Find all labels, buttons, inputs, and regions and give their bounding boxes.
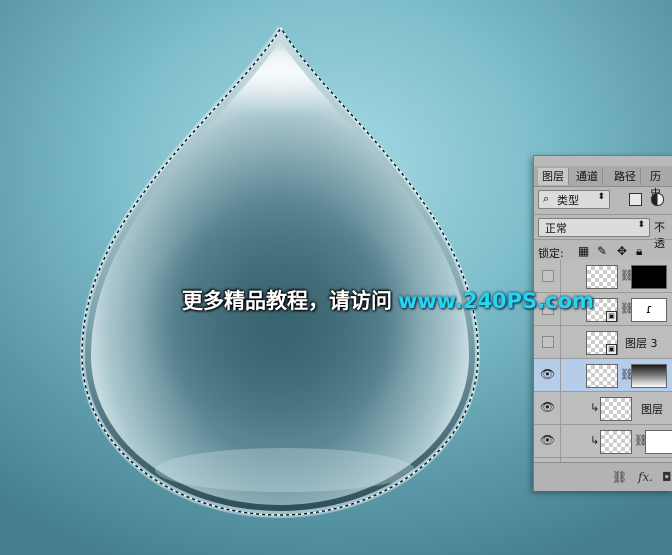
- panel-footer: ⛓ fx. ◘: [534, 462, 672, 491]
- layer-name[interactable]: 图层: [641, 401, 663, 417]
- blend-mode-select[interactable]: 正常 ⬍: [538, 218, 650, 237]
- smart-object-icon: ▣: [606, 344, 617, 355]
- lock-transparent-icon[interactable]: ▦: [578, 244, 589, 258]
- tab-channels[interactable]: 通道: [572, 168, 603, 185]
- layer-thumbnail: [586, 364, 618, 388]
- visibility-toggle[interactable]: 👁︎: [534, 359, 561, 391]
- filter-kind-select[interactable]: ⌕ 类型 ⬍: [538, 190, 610, 209]
- eye-icon: 👁︎: [540, 433, 556, 447]
- lock-label: 锁定:: [538, 247, 564, 260]
- layer-row[interactable]: 👁︎ ↳ 图层: [534, 392, 672, 425]
- search-icon: ⌕: [543, 192, 550, 205]
- visibility-toggle[interactable]: [534, 326, 561, 358]
- tab-layers[interactable]: 图层: [538, 168, 569, 185]
- layer-row[interactable]: 👁︎ ↳ ⛓: [534, 425, 672, 458]
- layer-row[interactable]: ▣ 图层 3: [534, 326, 672, 359]
- layer-mask-thumbnail[interactable]: ɾ: [631, 298, 667, 322]
- layer-mask-thumbnail[interactable]: [645, 430, 672, 454]
- layer-thumbnail: [600, 430, 632, 454]
- chevron-updown-icon: ⬍: [597, 192, 605, 202]
- lock-move-icon[interactable]: ✥: [617, 244, 627, 258]
- tab-paths[interactable]: 路径: [610, 168, 641, 185]
- watermark: 更多精品教程，请访问 www.240PS.com: [182, 285, 594, 315]
- layer-mask-thumbnail[interactable]: [631, 265, 667, 289]
- tab-history[interactable]: 历史: [646, 168, 672, 200]
- layer-mask-thumbnail[interactable]: [631, 364, 667, 388]
- blend-mode-value: 正常: [545, 222, 567, 235]
- drop-bottom-reflection: [155, 448, 415, 492]
- drop-core-shadow: [140, 200, 420, 440]
- smart-object-icon: ▣: [606, 311, 617, 322]
- eye-icon: 👁︎: [540, 367, 556, 381]
- visibility-off-box: [542, 336, 554, 348]
- fx-button[interactable]: fx.: [638, 470, 653, 484]
- visibility-off-box: [542, 270, 554, 282]
- link-icon[interactable]: ⛓: [612, 470, 627, 484]
- filter-kind-label: 类型: [557, 194, 579, 207]
- lock-all-icon[interactable]: 🔒︎: [636, 244, 642, 258]
- visibility-toggle[interactable]: 👁︎: [534, 425, 561, 457]
- watermark-text: 更多精品教程，请访问: [182, 289, 392, 313]
- layer-thumbnail: [600, 397, 632, 421]
- blend-mode-row: 正常 ⬍ 不透: [534, 214, 672, 250]
- visibility-toggle[interactable]: 👁︎: [534, 392, 561, 424]
- clipping-mask-icon: ↳: [590, 434, 600, 447]
- mask-shape-icon: ɾ: [646, 302, 653, 316]
- clipping-mask-icon: ↳: [590, 401, 600, 414]
- layer-filter-row: ⌕ 类型 ⬍: [534, 187, 672, 211]
- watermark-url: www.240PS.com: [398, 289, 594, 313]
- image-filter-icon[interactable]: [629, 193, 642, 206]
- chevron-updown-icon: ⬍: [637, 220, 645, 230]
- add-mask-icon[interactable]: ◘: [662, 470, 672, 484]
- panel-tab-bar: 图层 通道 路径 历史: [534, 166, 672, 200]
- adjustment-filter-icon[interactable]: [651, 193, 664, 206]
- layer-row-selected[interactable]: 👁︎ ⛓: [534, 359, 672, 392]
- layer-name[interactable]: 图层 3: [625, 335, 658, 351]
- layers-panel: 图层 通道 路径 历史 ⌕ 类型 ⬍ 正常 ⬍ 不透 锁定: ▦ ✎ ✥ 🔒︎ …: [533, 155, 672, 491]
- eye-icon: 👁︎: [540, 400, 556, 414]
- lock-paint-icon[interactable]: ✎: [597, 244, 607, 258]
